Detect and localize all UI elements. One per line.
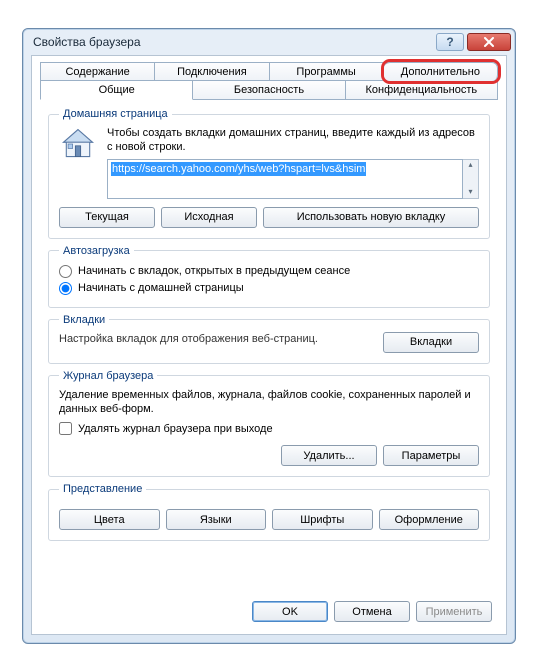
tab-privacy[interactable]: Конфиденциальность xyxy=(346,80,498,100)
house-icon xyxy=(59,126,97,162)
radio-last-session-label: Начинать с вкладок, открытых в предыдуще… xyxy=(78,265,350,277)
close-button[interactable] xyxy=(467,33,511,51)
homepage-instruction: Чтобы создать вкладки домашних страниц, … xyxy=(107,126,479,155)
group-tabs-legend: Вкладки xyxy=(59,314,109,326)
close-icon xyxy=(483,37,495,47)
tab-security[interactable]: Безопасность xyxy=(193,80,345,100)
homepage-url-input[interactable]: https://search.yahoo.com/yhs/web?hspart=… xyxy=(107,159,463,199)
scrollbar[interactable]: ▴ ▾ xyxy=(463,159,479,199)
radio-homepage-label: Начинать с домашней страницы xyxy=(78,282,244,294)
cancel-button[interactable]: Отмена xyxy=(334,601,410,622)
startup-option-home[interactable]: Начинать с домашней страницы xyxy=(59,280,479,297)
group-appearance: Представление Цвета Языки Шрифты Оформле… xyxy=(48,483,490,541)
history-delete-on-exit[interactable]: Удалять журнал браузера при выходе xyxy=(59,420,479,437)
tab-strip: Содержание Подключения Программы Дополни… xyxy=(32,56,506,100)
group-appearance-legend: Представление xyxy=(59,483,146,495)
help-button[interactable]: ? xyxy=(436,33,464,51)
checkbox-delete-on-exit-label: Удалять журнал браузера при выходе xyxy=(78,423,273,435)
tabs-settings-button[interactable]: Вкладки xyxy=(383,332,479,353)
colors-button[interactable]: Цвета xyxy=(59,509,160,530)
delete-history-button[interactable]: Удалить... xyxy=(281,445,377,466)
scroll-down-icon: ▾ xyxy=(468,187,472,197)
apply-button[interactable]: Применить xyxy=(416,601,492,622)
group-tabs: Вкладки Настройка вкладок для отображени… xyxy=(48,314,490,364)
group-startup: Автозагрузка Начинать с вкладок, открыты… xyxy=(48,245,490,308)
use-newtab-button[interactable]: Использовать новую вкладку xyxy=(263,207,479,228)
tabs-desc: Настройка вкладок для отображения веб-ст… xyxy=(59,332,369,346)
tab-connections[interactable]: Подключения xyxy=(155,62,269,81)
titlebar-buttons: ? xyxy=(436,33,511,51)
scroll-up-icon: ▴ xyxy=(468,160,472,170)
dialog-footer: OK Отмена Применить xyxy=(32,591,506,634)
tab-general[interactable]: Общие xyxy=(40,80,193,100)
tab-row-back: Содержание Подключения Программы Дополни… xyxy=(40,62,498,81)
languages-button[interactable]: Языки xyxy=(166,509,267,530)
checkbox-delete-on-exit[interactable] xyxy=(59,422,72,435)
history-desc: Удаление временных файлов, журнала, файл… xyxy=(59,388,479,417)
accessibility-button[interactable]: Оформление xyxy=(379,509,480,530)
group-history-legend: Журнал браузера xyxy=(59,370,157,382)
tab-programs[interactable]: Программы xyxy=(270,62,384,81)
homepage-url-value: https://search.yahoo.com/yhs/web?hspart=… xyxy=(111,162,366,176)
homepage-desc: Чтобы создать вкладки домашних страниц, … xyxy=(107,126,479,199)
group-homepage: Домашняя страница Чтобы создать вкладки … xyxy=(48,108,490,239)
tab-panel-general: Домашняя страница Чтобы создать вкладки … xyxy=(40,99,498,590)
use-current-button[interactable]: Текущая xyxy=(59,207,155,228)
tab-content[interactable]: Содержание xyxy=(40,62,155,81)
startup-option-tabs[interactable]: Начинать с вкладок, открытых в предыдуще… xyxy=(59,263,479,280)
window-title: Свойства браузера xyxy=(33,35,436,49)
dialog-body: Содержание Подключения Программы Дополни… xyxy=(31,55,507,635)
titlebar: Свойства браузера ? xyxy=(23,29,515,55)
ok-button[interactable]: OK xyxy=(252,601,328,622)
radio-homepage[interactable] xyxy=(59,282,72,295)
radio-last-session[interactable] xyxy=(59,265,72,278)
group-history: Журнал браузера Удаление временных файло… xyxy=(48,370,490,478)
fonts-button[interactable]: Шрифты xyxy=(272,509,373,530)
history-settings-button[interactable]: Параметры xyxy=(383,445,479,466)
tab-row-front: Общие Безопасность Конфиденциальность xyxy=(40,80,498,100)
tab-advanced[interactable]: Дополнительно xyxy=(384,62,498,81)
group-startup-legend: Автозагрузка xyxy=(59,245,134,257)
dialog-window: Свойства браузера ? Содержание Подключен… xyxy=(22,28,516,644)
use-default-button[interactable]: Исходная xyxy=(161,207,257,228)
group-homepage-legend: Домашняя страница xyxy=(59,108,172,120)
